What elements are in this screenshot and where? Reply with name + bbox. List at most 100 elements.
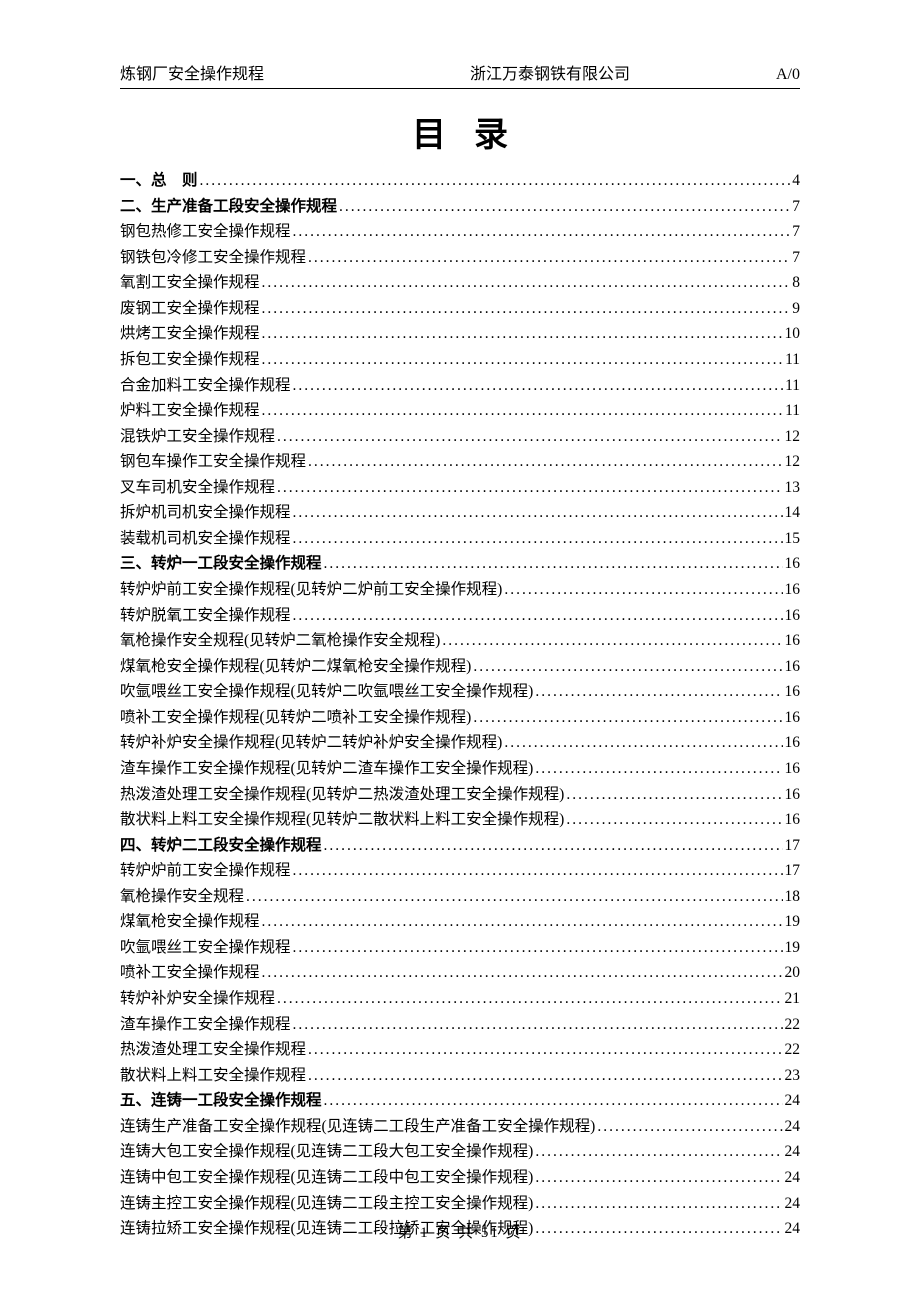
toc-item: 连铸中包工安全操作规程(见连铸二工段中包工安全操作规程) 24: [120, 1165, 800, 1191]
toc-dots: [277, 475, 782, 501]
toc-item-page: 16: [785, 577, 801, 603]
toc-item-text: 吹氩喂丝工安全操作规程(见转炉二吹氩喂丝工安全操作规程): [120, 679, 533, 705]
header-center: 浙江万泰钢铁有限公司: [264, 60, 776, 84]
toc-dots: [246, 884, 782, 910]
toc-item: 转炉炉前工安全操作规程17: [120, 858, 800, 884]
toc-item-page: 10: [785, 321, 801, 347]
toc-item-page: 19: [785, 909, 801, 935]
toc-item: 渣车操作工安全操作规程22: [120, 1012, 800, 1038]
toc-dots: [308, 245, 790, 271]
toc-dots: [535, 1191, 782, 1217]
toc-item-text: 连铸主控工安全操作规程(见连铸二工段主控工安全操作规程): [120, 1191, 533, 1217]
toc-item-text: 连铸中包工安全操作规程(见连铸二工段中包工安全操作规程): [120, 1165, 533, 1191]
toc-item-page: 16: [785, 756, 801, 782]
toc-item-page: 12: [785, 449, 801, 475]
toc-item-page: 24: [785, 1114, 801, 1140]
toc-item: 钢包热修工安全操作规程 7: [120, 219, 800, 245]
toc-item: 散状料上料工安全操作规程 23: [120, 1063, 800, 1089]
toc-item-page: 19: [785, 935, 801, 961]
toc-item-text: 合金加料工安全操作规程: [120, 373, 291, 399]
toc-item-page: 24: [785, 1165, 801, 1191]
toc-dots: [293, 500, 783, 526]
toc-item: 钢铁包冷修工安全操作规程7: [120, 245, 800, 271]
toc-item: 热泼渣处理工安全操作规程(见转炉二热泼渣处理工安全操作规程)16: [120, 782, 800, 808]
toc-item: 吹氩喂丝工安全操作规程 19: [120, 935, 800, 961]
toc-item: 装载机司机安全操作规程15: [120, 526, 800, 552]
toc-item: 拆炉机司机安全操作规程14: [120, 500, 800, 526]
toc-dots: [597, 1114, 782, 1140]
toc-item-page: 11: [785, 373, 800, 399]
toc-item-text: 煤氧枪安全操作规程(见转炉二煤氧枪安全操作规程): [120, 654, 471, 680]
toc-item-text: 吹氩喂丝工安全操作规程: [120, 935, 291, 961]
toc-dots: [293, 1012, 783, 1038]
toc-item-page: 16: [785, 679, 801, 705]
toc-item-text: 拆包工安全操作规程: [120, 347, 260, 373]
toc-dots: [293, 526, 783, 552]
header-left: 炼钢厂安全操作规程: [120, 60, 264, 84]
toc-item-text: 氧枪操作安全规程: [120, 884, 244, 910]
toc-item-page: 7: [792, 194, 800, 220]
toc-item-text: 转炉脱氧工安全操作规程: [120, 603, 291, 629]
toc-item-text: 烘烤工安全操作规程: [120, 321, 260, 347]
toc-item: 三、转炉一工段安全操作规程16: [120, 551, 800, 577]
toc-item-page: 17: [785, 858, 801, 884]
toc-dots: [473, 654, 782, 680]
toc-item-text: 四、转炉二工段安全操作规程: [120, 833, 322, 859]
toc-dots: [293, 935, 783, 961]
toc-item-page: 4: [792, 168, 800, 194]
toc-item: 叉车司机安全操作规程13: [120, 475, 800, 501]
toc-item-text: 钢包热修工安全操作规程: [120, 219, 291, 245]
toc-title: 目录: [120, 107, 800, 156]
toc-item: 喷补工安全操作规程(见转炉二喷补工安全操作规程)16: [120, 705, 800, 731]
toc-item: 煤氧枪安全操作规程19: [120, 909, 800, 935]
toc-item: 转炉补炉安全操作规程(见转炉二转炉补炉安全操作规程)16: [120, 730, 800, 756]
toc-item-page: 8: [792, 270, 800, 296]
toc-dots: [504, 730, 782, 756]
toc-item-page: 7: [792, 219, 800, 245]
toc-item-page: 9: [792, 296, 800, 322]
toc-item-text: 一、总 则: [120, 168, 198, 194]
toc-item: 烘烤工安全操作规程 10: [120, 321, 800, 347]
toc-item-text: 炉料工安全操作规程: [120, 398, 260, 424]
toc-item-text: 五、连铸一工段安全操作规程: [120, 1088, 322, 1114]
toc-dots: [262, 270, 791, 296]
toc-dots: [442, 628, 782, 654]
toc-item: 喷补工安全操作规程20: [120, 960, 800, 986]
toc-item-text: 三、转炉一工段安全操作规程: [120, 551, 322, 577]
toc-item: 散状料上料工安全操作规程(见转炉二散状料上料工安全操作规程)16: [120, 807, 800, 833]
toc-item-page: 24: [785, 1088, 801, 1114]
toc-item-text: 散状料上料工安全操作规程: [120, 1063, 306, 1089]
toc-dots: [566, 807, 782, 833]
toc-item-page: 7: [792, 245, 800, 271]
toc-item-page: 16: [785, 730, 801, 756]
toc-item: 拆包工安全操作规程11: [120, 347, 800, 373]
toc-item-text: 废钢工安全操作规程: [120, 296, 260, 322]
toc-dots: [535, 1165, 782, 1191]
toc-item: 转炉炉前工安全操作规程(见转炉二炉前工安全操作规程)16: [120, 577, 800, 603]
toc-item: 五、连铸一工段安全操作规程 24: [120, 1088, 800, 1114]
toc-item-page: 24: [785, 1139, 801, 1165]
toc-item-text: 二、生产准备工段安全操作规程: [120, 194, 337, 220]
toc-item-text: 转炉补炉安全操作规程: [120, 986, 275, 1012]
toc-item-page: 18: [785, 884, 801, 910]
toc-dots: [262, 398, 784, 424]
toc-dots: [324, 1088, 783, 1114]
toc-dots: [324, 833, 783, 859]
toc-item: 连铸大包工安全操作规程(见连铸二工段大包工安全操作规程)24: [120, 1139, 800, 1165]
toc-dots: [262, 321, 783, 347]
toc-item-text: 渣车操作工安全操作规程(见转炉二渣车操作工安全操作规程): [120, 756, 533, 782]
page-footer: 第 1 页 共 51 页: [0, 1221, 920, 1242]
toc-item-page: 16: [785, 603, 801, 629]
toc-dots: [262, 296, 791, 322]
toc-item-text: 叉车司机安全操作规程: [120, 475, 275, 501]
toc-item-page: 11: [785, 398, 800, 424]
toc-item-page: 23: [785, 1063, 801, 1089]
toc-item: 转炉补炉安全操作规程21: [120, 986, 800, 1012]
toc-dots: [277, 986, 782, 1012]
toc-dots: [339, 194, 790, 220]
toc-item: 氧割工安全操作规程8: [120, 270, 800, 296]
toc-item: 连铸主控工安全操作规程(见连铸二工段主控工安全操作规程)24: [120, 1191, 800, 1217]
toc-dots: [293, 373, 784, 399]
toc-item-text: 热泼渣处理工安全操作规程(见转炉二热泼渣处理工安全操作规程): [120, 782, 564, 808]
toc-item: 炉料工安全操作规程 11: [120, 398, 800, 424]
